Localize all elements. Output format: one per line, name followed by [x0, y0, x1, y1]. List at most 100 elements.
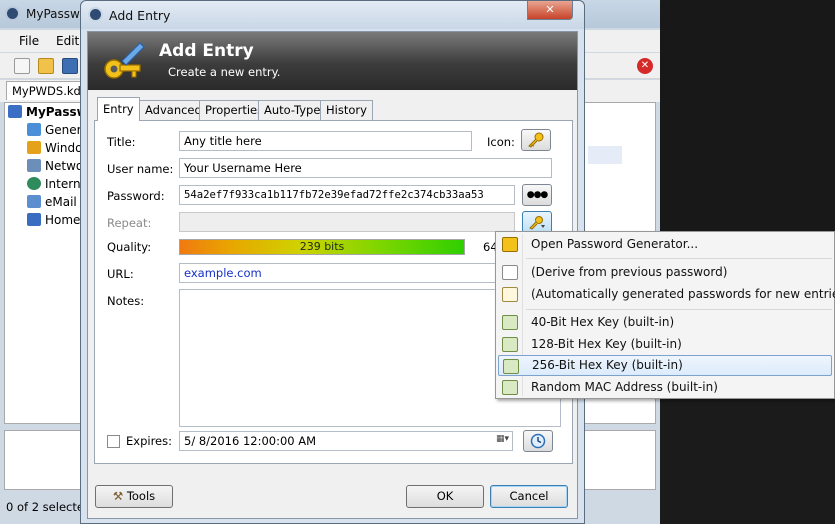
- expires-checkbox[interactable]: [107, 435, 120, 448]
- profile-icon: [503, 359, 519, 374]
- tab-advanced[interactable]: Advanced: [139, 100, 208, 120]
- banner-subtitle: Create a new entry.: [168, 65, 281, 79]
- new-database-icon[interactable]: [14, 58, 30, 74]
- expiry-date-field[interactable]: 5/ 8/2016 12:00:00 AM ▦▾: [179, 431, 513, 451]
- menu-item-label: (Automatically generated passwords for n…: [531, 287, 835, 301]
- tree-item[interactable]: Netwo: [27, 159, 83, 173]
- dialog-titlebar: Add Entry ✕: [81, 1, 584, 29]
- menu-item-256bit[interactable]: 256-Bit Hex Key (built-in): [498, 355, 832, 376]
- password-generator-menu: Open Password Generator... (Derive from …: [495, 231, 835, 399]
- email-icon: [27, 195, 41, 208]
- menu-separator: [526, 309, 832, 310]
- menu-item-128bit[interactable]: 128-Bit Hex Key (built-in): [498, 334, 832, 355]
- globe-icon: [27, 177, 41, 190]
- calendar-dropdown-icon[interactable]: ▦▾: [496, 434, 509, 444]
- tools-button-label: Tools: [126, 489, 156, 503]
- menu-item-label: Open Password Generator...: [531, 237, 699, 251]
- menu-item-label: Random MAC Address (built-in): [531, 380, 718, 394]
- repeat-password-field[interactable]: [179, 212, 515, 232]
- folder-icon: [27, 123, 41, 136]
- generator-key-icon: [502, 237, 518, 252]
- title-field[interactable]: Any title here: [179, 131, 472, 151]
- key-pen-icon: [104, 42, 145, 79]
- menu-item-mac-address[interactable]: Random MAC Address (built-in): [498, 377, 832, 398]
- menu-item-40bit[interactable]: 40-Bit Hex Key (built-in): [498, 312, 832, 333]
- open-folder-icon[interactable]: [38, 58, 54, 74]
- url-field[interactable]: example.com: [179, 263, 515, 283]
- profile-icon: [502, 380, 518, 395]
- close-database-icon[interactable]: ✕: [637, 58, 653, 74]
- password-generator-button[interactable]: [522, 211, 552, 233]
- tree-item[interactable]: eMail: [27, 195, 77, 209]
- icon-picker-button[interactable]: [521, 129, 551, 151]
- notes-label: Notes:: [107, 294, 145, 308]
- repeat-label: Repeat:: [107, 216, 152, 230]
- document-star-icon: [502, 287, 518, 302]
- tools-button[interactable]: ⚒ Tools: [95, 485, 173, 508]
- lock-icon: [5, 6, 20, 21]
- document-icon: [502, 265, 518, 280]
- cancel-button[interactable]: Cancel: [490, 485, 568, 508]
- expiry-date-text: 5/ 8/2016 12:00:00 AM: [184, 434, 317, 448]
- profile-icon: [502, 315, 518, 330]
- tree-item-label: Windo: [45, 141, 83, 155]
- tab-history[interactable]: History: [320, 100, 373, 120]
- quality-bits-text: 239 bits: [299, 240, 345, 253]
- tree-root[interactable]: MyPassw: [8, 105, 88, 119]
- tree-item-label: Home: [45, 213, 81, 227]
- menu-item-auto-generated[interactable]: (Automatically generated passwords for n…: [498, 284, 835, 305]
- tree-item-label: Intern: [45, 177, 81, 191]
- entry-row-selected[interactable]: [588, 146, 622, 164]
- save-icon[interactable]: [62, 58, 78, 74]
- menu-item-label: 40-Bit Hex Key (built-in): [531, 315, 675, 329]
- dialog-title: Add Entry: [109, 8, 171, 23]
- menu-edit[interactable]: Edit: [56, 34, 79, 48]
- wrench-icon: ⚒: [112, 489, 124, 503]
- ok-button[interactable]: OK: [406, 485, 484, 508]
- clock-icon: [530, 433, 546, 449]
- url-label: URL:: [107, 267, 134, 281]
- group-tree: MyPassw Gener Windo Netwo Intern eMail H…: [4, 102, 88, 424]
- generator-key-icon: [529, 216, 545, 230]
- tab-auto-type[interactable]: Auto-Type: [258, 100, 327, 120]
- password-quality-bar: 239 bits: [179, 239, 465, 255]
- status-text: 0 of 2 selected: [6, 500, 92, 514]
- windows-icon: [27, 141, 41, 154]
- tree-item-label: eMail: [45, 195, 77, 209]
- menu-item-label: (Derive from previous password): [531, 265, 728, 279]
- reveal-password-button[interactable]: ●●●: [522, 184, 552, 206]
- tab-entry[interactable]: Entry: [97, 97, 140, 121]
- close-button[interactable]: ✕: [527, 1, 573, 20]
- menu-item-label: 256-Bit Hex Key (built-in): [532, 358, 683, 372]
- icon-label: Icon:: [487, 135, 515, 149]
- menu-item-label: 128-Bit Hex Key (built-in): [531, 337, 682, 351]
- tree-root-label: MyPassw: [26, 105, 88, 119]
- profile-icon: [502, 337, 518, 352]
- title-label: Title:: [107, 135, 136, 149]
- menu-item-open-generator[interactable]: Open Password Generator...: [498, 234, 832, 255]
- tree-item[interactable]: Gener: [27, 123, 82, 137]
- tree-item[interactable]: Intern: [27, 177, 81, 191]
- menu-separator: [526, 258, 832, 259]
- tree-item[interactable]: Windo: [27, 141, 83, 155]
- percent-icon: [27, 213, 41, 226]
- tree-item-label: Gener: [45, 123, 82, 137]
- document-tab[interactable]: MyPWDS.kdb: [6, 81, 82, 100]
- username-label: User name:: [107, 162, 174, 176]
- network-icon: [27, 159, 41, 172]
- banner-title: Add Entry: [159, 41, 254, 61]
- dialog-banner: Add Entry Create a new entry.: [88, 32, 577, 90]
- tree-item[interactable]: Home: [27, 213, 80, 227]
- expiry-presets-button[interactable]: [523, 430, 553, 452]
- main-window-title: MyPassw: [26, 7, 80, 21]
- username-field[interactable]: Your Username Here: [179, 158, 552, 178]
- database-icon: [8, 105, 22, 118]
- key-icon: [528, 132, 544, 148]
- password-field[interactable]: 54a2ef7f933ca1b117fb72e39efad72ffe2c374c…: [179, 185, 515, 205]
- tree-item-label: Netwo: [45, 159, 84, 173]
- desktop-background: [660, 0, 835, 231]
- lock-icon: [88, 7, 103, 22]
- menu-item-derive[interactable]: (Derive from previous password): [498, 262, 832, 283]
- expires-label: Expires:: [126, 434, 172, 448]
- menu-file[interactable]: File: [19, 34, 39, 48]
